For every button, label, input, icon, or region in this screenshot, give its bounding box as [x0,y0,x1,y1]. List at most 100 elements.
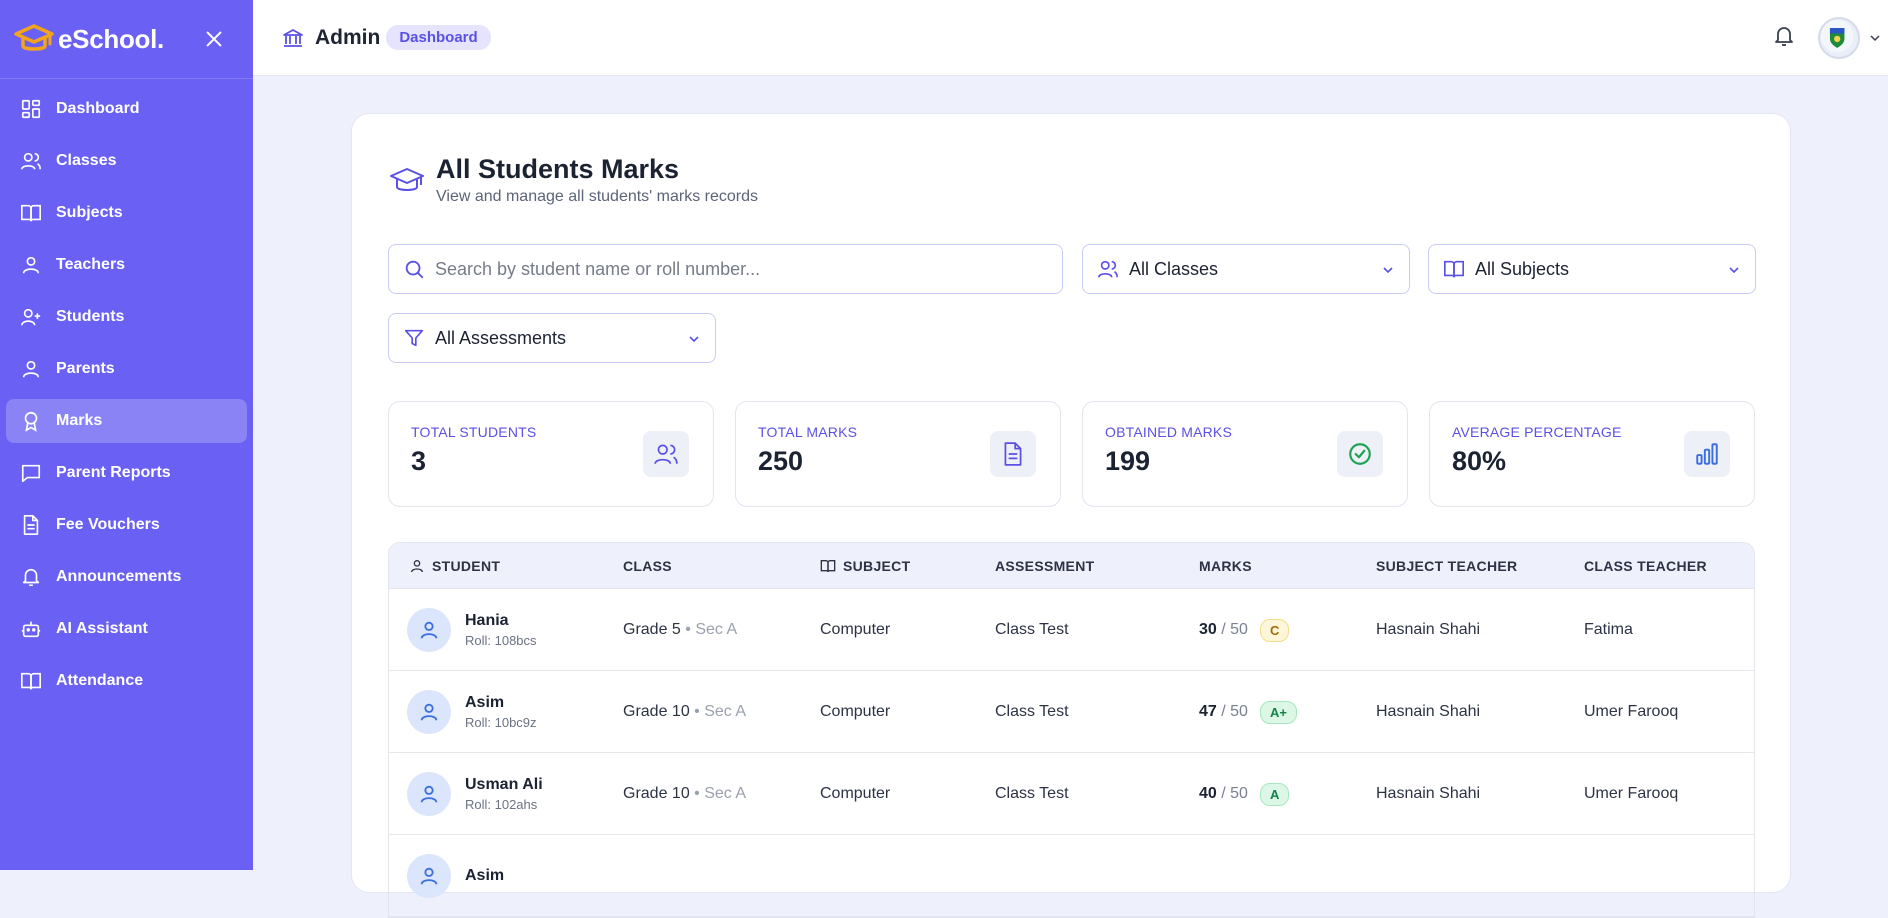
stat-obtained-marks: Obtained Marks 199 [1082,401,1408,507]
sidebar-item-attendance[interactable]: Attendance [6,659,247,703]
sidebar-item-teachers[interactable]: Teachers [6,243,247,287]
users-icon [1098,260,1118,278]
grade-badge: A [1259,782,1290,806]
sidebar-item-classes[interactable]: Classes [6,139,247,183]
book-open-icon [1444,260,1464,278]
institution-icon [283,28,303,47]
dashboard-icon [21,99,41,119]
filter-icon [404,329,424,347]
users-icon [654,444,678,465]
table-header: STUDENT CLASS SUBJECT ASSESSMENT MARKS S… [389,543,1754,589]
column-header-label: MARKS [1199,557,1252,574]
sidebar-item-fee-vouchers[interactable]: Fee Vouchers [6,503,247,547]
search-input[interactable] [435,258,1035,280]
sidebar-item-label: Students [56,308,125,325]
table-row[interactable]: Asim Roll: 10bc9z Grade 10 • Sec A Compu… [389,671,1754,753]
column-header-class: CLASS [623,558,672,574]
subject-teacher-cell: Hasnain Shahi [1376,785,1481,802]
graduation-cap-icon [390,168,424,191]
sidebar-item-label: Marks [56,412,103,429]
stat-total-students: Total Students 3 [388,401,714,507]
book-open-icon [21,204,41,222]
sidebar-item-ai-assistant[interactable]: AI Assistant [6,607,247,651]
student-avatar [407,854,451,898]
user-icon [420,867,438,885]
marks-obtained: 40 [1199,785,1217,802]
marks-total: / 50 [1221,703,1248,720]
sidebar: eSchool. Dashboard Classes Subjects Teac… [0,0,253,870]
sidebar-item-announcements[interactable]: Announcements [6,555,247,599]
column-header-label: CLASS TEACHER [1584,557,1707,574]
page-title: All Students Marks [436,154,680,184]
subject-filter-select[interactable]: All Subjects [1428,244,1756,294]
sidebar-item-dashboard[interactable]: Dashboard [6,87,247,131]
users-icon [21,152,41,170]
marks-card: All Students Marks View and manage all s… [351,113,1791,918]
sidebar-item-subjects[interactable]: Subjects [6,191,247,235]
chevron-down-icon [1383,267,1393,274]
class-cell: Grade 10 • Sec A [623,671,746,753]
marks-cell: 30 / 50 C [1199,589,1290,671]
chevron-down-icon[interactable] [1869,32,1881,44]
award-icon [24,411,38,432]
student-name: Hania [465,612,509,629]
column-header-label: CLASS [623,557,672,574]
sidebar-item-parent-reports[interactable]: Parent Reports [6,451,247,495]
graduation-cap-logo-icon [14,24,54,51]
class-filter-select[interactable]: All Classes [1082,244,1410,294]
marks-total: / 50 [1221,785,1248,802]
student-cell: Usman Ali Roll: 102ahs [407,753,543,835]
assessment-filter-select[interactable]: All Assessments [388,313,716,363]
chevron-down-icon [1729,267,1739,274]
section: • Sec A [694,703,747,720]
notification-bell-icon[interactable] [1772,24,1796,48]
student-roll: Roll: 108bcs [465,633,537,648]
column-header-label: SUBJECT TEACHER [1376,557,1518,574]
user-icon [22,256,40,274]
sidebar-item-label: Announcements [56,568,182,585]
subject-cell: Computer [820,785,891,802]
stat-average-percentage: Average Percentage 80% [1429,401,1755,507]
class-cell: Grade 5 • Sec A [623,589,737,671]
sidebar-item-parents[interactable]: Parents [6,347,247,391]
class-teacher-cell: Umer Farooq [1584,703,1679,720]
user-icon [420,703,438,721]
student-name: Asim [465,694,505,711]
table-row[interactable]: Asim [389,835,1754,917]
student-cell: Asim [407,835,504,917]
student-avatar [407,690,451,734]
student-name: Usman Ali [465,776,543,793]
marks-table: STUDENT CLASS SUBJECT ASSESSMENT MARKS S… [388,542,1755,918]
sidebar-item-label: AI Assistant [56,620,148,637]
marks-obtained: 47 [1199,703,1217,720]
column-header-label: SUBJECT [843,557,911,574]
sidebar-item-label: Teachers [56,256,126,273]
table-row[interactable]: Hania Roll: 108bcs Grade 5 • Sec A Compu… [389,589,1754,671]
class-teacher-cell: Umer Farooq [1584,785,1679,802]
file-text-icon [1004,442,1022,466]
marks-cell: 40 / 50 A [1199,753,1290,835]
assessment-filter-value: All Assessments [435,327,567,348]
close-icon[interactable] [203,28,225,50]
student-roll: Roll: 10bc9z [465,715,537,730]
user-icon [420,621,438,639]
section: • Sec A [685,621,738,638]
sidebar-item-label: Classes [56,152,117,169]
topbar: Admin Dashboard [253,0,1888,76]
subject-cell: Computer [820,703,891,720]
sidebar-item-marks[interactable]: Marks [6,399,247,443]
table-row[interactable]: Usman Ali Roll: 102ahs Grade 10 • Sec A … [389,753,1754,835]
assessment-cell: Class Test [995,703,1069,720]
topbar-title: Admin [315,25,381,49]
column-header-class-teacher: CLASS TEACHER [1584,558,1707,574]
user-icon [22,360,40,378]
section: • Sec A [694,785,747,802]
avatar[interactable] [1818,17,1860,59]
breadcrumb[interactable]: Dashboard [386,25,491,50]
sidebar-item-students[interactable]: Students [6,295,247,339]
sidebar-item-label: Dashboard [56,100,140,117]
class-name: Grade 10 [623,703,690,720]
class-name: Grade 10 [623,785,690,802]
file-text-icon [23,515,39,535]
user-plus-icon [21,308,41,326]
